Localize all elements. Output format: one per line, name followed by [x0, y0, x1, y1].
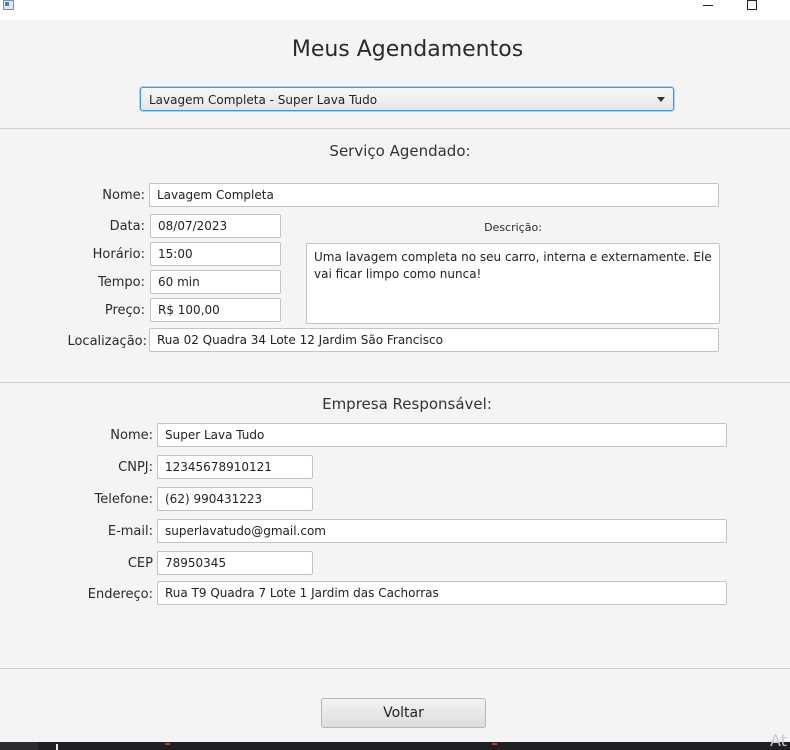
company-email-label: E-mail: [107, 524, 153, 539]
service-date-field[interactable]: 08/07/2023 [150, 214, 281, 238]
divider [0, 382, 790, 383]
service-name-label: Nome: [102, 188, 145, 203]
company-cep-field[interactable]: 78950345 [157, 551, 313, 575]
page-title: Meus Agendamentos [291, 37, 524, 62]
service-duration-label: Tempo: [98, 275, 145, 290]
company-phone-field[interactable]: (62) 990431223 [157, 487, 313, 511]
divider [0, 128, 790, 129]
company-cep-label: CEP [127, 556, 153, 571]
service-section-heading: Serviço Agendado: [329, 142, 471, 160]
minimize-icon[interactable] [703, 0, 713, 10]
service-description-label: Descrição: [484, 221, 542, 234]
company-address-label: Endereço: [87, 587, 153, 602]
company-cnpj-label: CNPJ: [118, 460, 153, 475]
chevron-down-icon [657, 97, 665, 102]
service-description-field[interactable]: Uma lavagem completa no seu carro, inter… [306, 243, 720, 324]
company-email-field[interactable]: superlavatudo@gmail.com [157, 519, 727, 543]
back-button[interactable]: Voltar [321, 698, 486, 728]
service-price-label: Preço: [104, 303, 145, 318]
service-location-field[interactable]: Rua 02 Quadra 34 Lote 12 Jardim São Fran… [149, 328, 719, 352]
title-bar [0, 0, 790, 20]
company-name-label: Nome: [110, 428, 153, 443]
service-duration-field[interactable]: 60 min [150, 270, 281, 294]
service-price-field[interactable]: R$ 100,00 [150, 298, 281, 322]
maximize-icon[interactable] [747, 0, 757, 10]
service-time-field[interactable]: 15:00 [150, 242, 281, 266]
divider [0, 668, 790, 669]
company-section-heading: Empresa Responsável: [322, 395, 492, 413]
service-name-field[interactable]: Lavagem Completa [149, 183, 719, 207]
service-date-label: Data: [109, 219, 145, 234]
company-cnpj-field[interactable]: 12345678910121 [157, 455, 313, 479]
company-address-field[interactable]: Rua T9 Quadra 7 Lote 1 Jardim das Cachor… [157, 581, 727, 605]
app-window-icon [3, 0, 14, 10]
service-time-label: Horário: [92, 247, 145, 262]
taskbar-strip [0, 742, 790, 750]
company-phone-label: Telefone: [94, 492, 154, 507]
company-name-field[interactable]: Super Lava Tudo [157, 423, 727, 447]
appointment-select[interactable]: Lavagem Completa - Super Lava Tudo [140, 87, 674, 111]
service-location-label: Localização: [67, 334, 147, 349]
appointment-select-value: Lavagem Completa - Super Lava Tudo [149, 93, 378, 107]
activation-watermark: At [770, 731, 787, 750]
